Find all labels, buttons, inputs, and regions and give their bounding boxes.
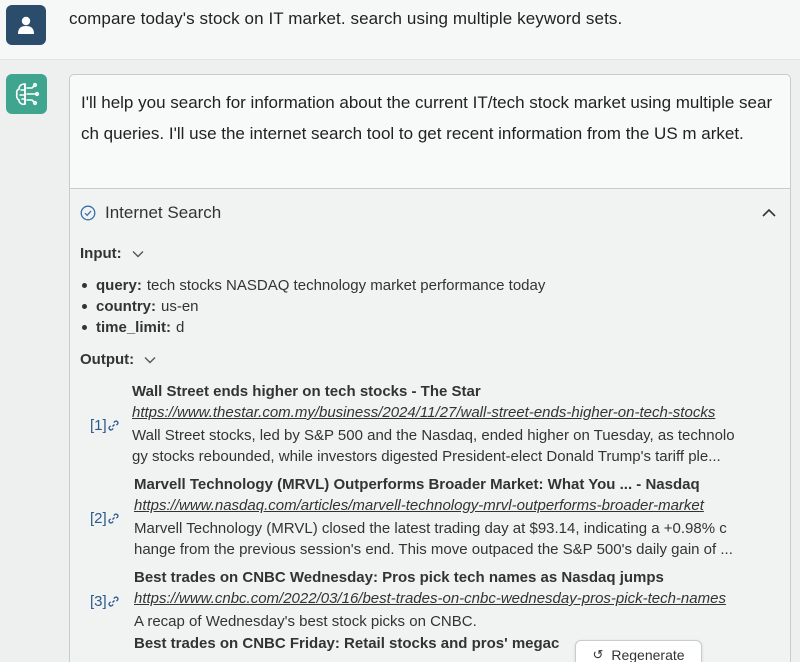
user-message-text: compare today's stock on IT market. sear…	[69, 9, 623, 28]
param-key: time_limit:	[96, 319, 172, 336]
param-key: query:	[96, 277, 142, 294]
user-icon	[18, 16, 34, 34]
result-url[interactable]: https://www.nasdaq.com/articles/marvell-…	[134, 497, 780, 514]
input-label: Input:	[80, 245, 122, 262]
citation-number: [3]	[90, 593, 107, 610]
result-snippet: Marvell Technology (MRVL) closed the lat…	[134, 518, 780, 560]
result-url[interactable]: https://www.cnbc.com/2022/03/16/best-tra…	[134, 590, 780, 607]
citation-link[interactable]: [3]	[90, 593, 120, 610]
tool-header[interactable]: Internet Search	[80, 203, 221, 223]
citation-link[interactable]: [1]	[90, 417, 120, 434]
snippet-line: gy stocks rebounded, while investors dig…	[132, 448, 721, 465]
user-message-row: compare today's stock on IT market. sear…	[0, 0, 800, 60]
brain-circuit-icon	[15, 82, 39, 106]
citation-link[interactable]: [2]	[90, 510, 120, 527]
output-label: Output:	[80, 351, 135, 368]
result-url[interactable]: https://www.thestar.com.my/business/2024…	[132, 404, 780, 421]
regenerate-label: Regenerate	[611, 647, 685, 662]
output-section-toggle[interactable]: Output:	[80, 351, 156, 368]
chevron-up-icon[interactable]	[760, 206, 778, 220]
citation-number: [2]	[90, 510, 107, 527]
input-section-toggle[interactable]: Input:	[80, 245, 144, 262]
param-key: country:	[96, 298, 156, 315]
snippet-line: hange from the previous session's end. T…	[134, 541, 733, 558]
tool-title: Internet Search	[105, 203, 222, 222]
assistant-intro-text: I'll help you search for information abo…	[81, 93, 773, 143]
param-country: country: us-en	[82, 296, 545, 317]
param-value: d	[176, 319, 185, 336]
regenerate-button[interactable]: ↺ Regenerate	[575, 640, 702, 662]
chevron-down-icon	[144, 356, 156, 363]
result-snippet: Wall Street stocks, led by S&P 500 and t…	[132, 425, 780, 467]
result-title[interactable]: Best trades on CNBC Wednesday: Pros pick…	[134, 569, 664, 586]
snippet-line: Marvell Technology (MRVL) closed the lat…	[134, 520, 727, 537]
check-circle-icon	[80, 205, 96, 221]
bullet	[82, 325, 87, 330]
link-icon	[108, 420, 119, 431]
result-snippet: A recap of Wednesday's best stock picks …	[134, 611, 780, 632]
citation-number: [1]	[90, 417, 107, 434]
result-title[interactable]: Marvell Technology (MRVL) Outperforms Br…	[134, 476, 700, 493]
param-value: tech stocks NASDAQ technology market per…	[146, 277, 546, 294]
user-avatar	[6, 5, 46, 45]
bullet	[82, 304, 87, 309]
tool-call-panel: Internet Search Input: query: tech stocks…	[70, 188, 790, 662]
link-icon	[108, 513, 119, 524]
param-value: us-en	[161, 298, 199, 315]
snippet-line: Wall Street stocks, led by S&P 500 and t…	[132, 427, 735, 444]
snippet-line: A recap of Wednesday's best stock picks …	[134, 613, 477, 630]
assistant-message-card: I'll help you search for information abo…	[69, 74, 791, 662]
param-time-limit: time_limit: d	[82, 317, 545, 338]
link-icon	[108, 596, 119, 607]
param-query: query: tech stocks NASDAQ technology mark…	[82, 275, 545, 296]
result-title[interactable]: Best trades on CNBC Friday: Retail stock…	[134, 635, 559, 652]
assistant-avatar	[6, 74, 47, 114]
chevron-down-icon	[132, 250, 144, 257]
refresh-icon: ↺	[592, 647, 604, 662]
bullet	[82, 283, 87, 288]
result-title[interactable]: Wall Street ends higher on tech stocks -…	[132, 383, 481, 400]
input-params-list: query: tech stocks NASDAQ technology mark…	[82, 275, 545, 338]
